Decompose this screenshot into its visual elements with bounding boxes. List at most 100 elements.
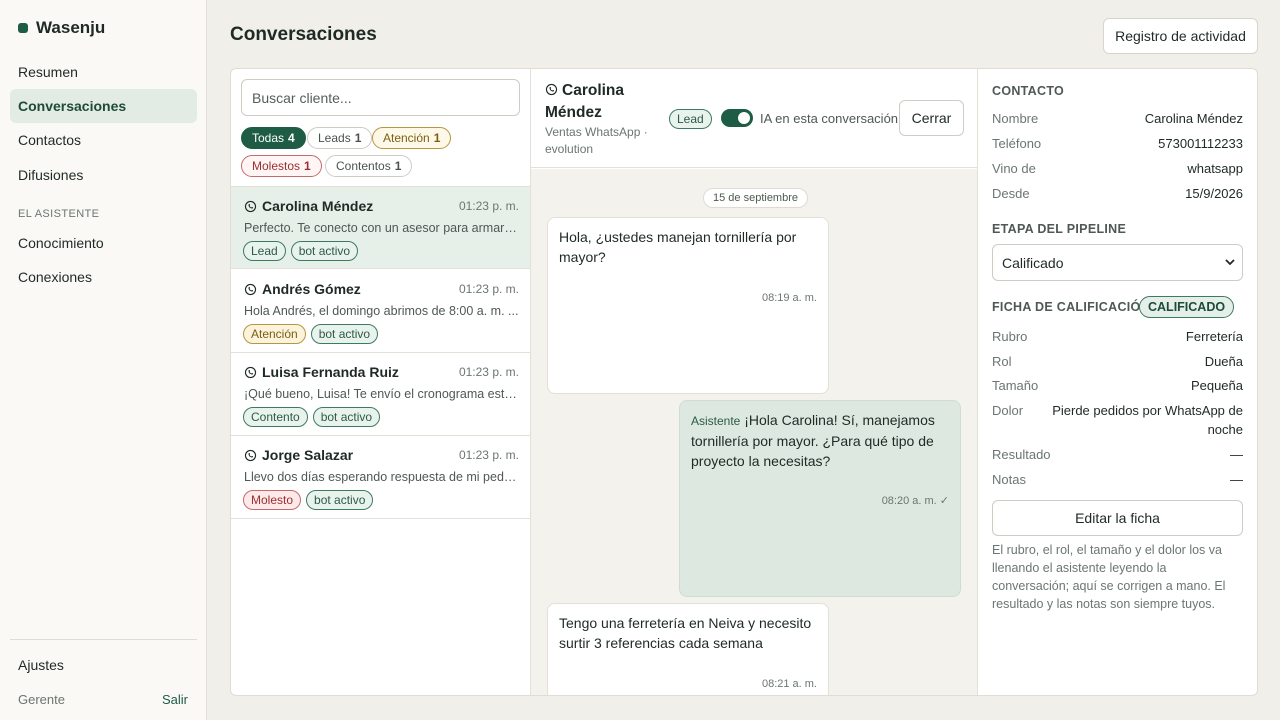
whatsapp-icon — [545, 83, 558, 96]
field-label: Rubro — [992, 329, 1028, 344]
field-value: Carolina Méndez — [1144, 111, 1243, 126]
tag-atencion: Atención — [243, 324, 306, 344]
tag-bot-active: bot activo — [310, 324, 379, 344]
sidebar: Wasenju Resumen Conversaciones Contactos… — [0, 0, 207, 720]
whatsapp-icon — [244, 283, 257, 295]
filter-label: Contentos — [336, 159, 391, 173]
conversation-name: Jorge Salazar — [244, 447, 353, 463]
filter-count: 4 — [288, 131, 295, 145]
chat-contact-name: Carolina Méndez — [545, 80, 645, 124]
nav-item-conversaciones[interactable]: Conversaciones — [10, 89, 197, 123]
ai-toggle[interactable] — [721, 109, 753, 127]
conversation-preview: Hola Andrés, el domingo abrimos de 8:00 … — [244, 304, 519, 318]
chat-messages[interactable]: 15 de septiembre Hola, ¿ustedes manejan … — [531, 169, 977, 695]
nav-item-difusiones[interactable]: Difusiones — [10, 158, 197, 192]
logout-link[interactable]: Salir — [162, 692, 188, 707]
conversation-preview: ¡Qué bueno, Luisa! Te envío el cronogram… — [244, 387, 519, 401]
field-value: 573001112233 — [1158, 136, 1243, 151]
nav-item-conexiones[interactable]: Conexiones — [10, 260, 197, 294]
field-value: Dueña — [1204, 354, 1243, 369]
field-label: Teléfono — [992, 136, 1042, 151]
conversation-name: Luisa Fernanda Ruiz — [244, 364, 399, 380]
filter-chip-contentos[interactable]: Contentos 1 — [325, 155, 413, 177]
filter-label: Molestos — [252, 159, 301, 173]
field-value: Pierde pedidos por WhatsApp de noche — [1052, 403, 1243, 437]
user-role: Gerente — [18, 692, 65, 707]
nav-item-resumen[interactable]: Resumen — [10, 55, 197, 89]
nav-item-contactos[interactable]: Contactos — [10, 123, 197, 157]
conversation-time: 01:23 p. m. — [458, 448, 519, 462]
field-label: Desde — [992, 186, 1030, 201]
page-title: Conversaciones — [230, 24, 377, 45]
conversation-time: 01:23 p. m. — [458, 282, 519, 296]
chevron-down-icon — [1225, 259, 1235, 266]
nav-section-label: EL ASISTENTE — [18, 208, 100, 220]
pipeline-stage-select[interactable]: Calificado — [992, 244, 1243, 281]
chat-panel: Carolina Méndez Ventas WhatsApp · evolut… — [531, 69, 978, 695]
contact-panel: CONTACTO Nombre Carolina Méndez Teléfono 5… — [978, 69, 1257, 695]
app-name: Wasenju — [36, 18, 106, 37]
search-input[interactable] — [241, 79, 520, 116]
filter-count: 1 — [394, 159, 402, 173]
conversation-name: Andrés Gómez — [244, 281, 361, 297]
tag-bot-active: bot activo — [312, 407, 381, 427]
conversation-name-text: Luisa Fernanda Ruiz — [262, 364, 399, 380]
message-time: 08:21 a. m. — [761, 678, 817, 690]
brand[interactable]: Wasenju — [18, 18, 105, 38]
field-value: Ferretería — [1185, 329, 1243, 344]
conversation-tags: Molesto bot activo — [243, 490, 374, 510]
field-value: whatsapp — [1187, 161, 1243, 176]
filter-label: Atención — [383, 131, 430, 145]
contact-field-phone: Teléfono 573001112233 — [992, 134, 1243, 153]
conversation-tags: Lead bot activo — [243, 241, 359, 261]
field-label: Dolor — [992, 403, 1024, 418]
chat-channel: Ventas WhatsApp · evolution — [545, 125, 648, 156]
conversation-item[interactable]: Andrés Gómez 01:23 p. m. Hola Andrés, el… — [231, 270, 530, 353]
status-badge: Lead — [669, 109, 712, 129]
nav-item-conocimiento[interactable]: Conocimiento — [10, 226, 197, 260]
ai-toggle-label: IA en esta conversación — [760, 111, 899, 126]
whatsapp-icon — [244, 366, 257, 378]
contact-field-since: Desde 15/9/2026 — [992, 184, 1243, 203]
qual-field-notes: Notas — — [992, 470, 1243, 489]
tag-bot-active: bot activo — [306, 490, 374, 510]
conversation-item[interactable]: Luisa Fernanda Ruiz 01:23 p. m. ¡Qué bue… — [231, 353, 530, 436]
filter-chip-molestos[interactable]: Molestos 1 — [241, 155, 322, 177]
qual-field-rubro: Rubro Ferretería — [992, 327, 1243, 346]
qual-field-size: Tamaño Pequeña — [992, 376, 1243, 395]
conversation-time: 01:23 p. m. — [458, 199, 519, 213]
activity-log-button[interactable]: Registro de actividad — [1103, 18, 1258, 54]
field-label: Notas — [992, 472, 1026, 487]
close-conversation-button[interactable]: Cerrar — [899, 100, 964, 136]
date-separator: 15 de septiembre — [703, 188, 808, 208]
nav-item-ajustes[interactable]: Ajustes — [10, 648, 197, 682]
message-body: Asistente ¡Hola Carolina! Sí, manejamos … — [691, 410, 949, 471]
filter-label: Todas — [252, 131, 285, 145]
sidebar-divider — [10, 639, 197, 640]
field-label: Tamaño — [992, 378, 1039, 393]
tag-molesto: Molesto — [243, 490, 302, 510]
pipeline-section-title: ETAPA DEL PIPELINE — [992, 222, 1127, 236]
message-text: Tengo una ferretería en Neiva y necesito… — [559, 615, 812, 651]
qualification-help-text: El rubro, el rol, el tamaño y el dolor l… — [992, 543, 1226, 611]
contact-section-title: CONTACTO — [992, 84, 1065, 98]
conversation-item[interactable]: Jorge Salazar 01:23 p. m. Llevo dos días… — [231, 436, 530, 519]
qual-field-result: Resultado — — [992, 445, 1243, 464]
conversation-item[interactable]: Carolina Méndez 01:23 p. m. Perfecto. Te… — [231, 186, 530, 269]
message-sender: Asistente — [691, 414, 741, 428]
edit-qualification-button[interactable]: Editar la ficha — [992, 500, 1243, 536]
field-value: 15/9/2026 — [1185, 186, 1243, 201]
conversation-name-text: Carolina Méndez — [262, 198, 374, 214]
message-incoming: Hola, ¿ustedes manejan tornillería por m… — [547, 217, 829, 394]
qualification-badge: CALIFICADO — [1139, 296, 1235, 318]
filter-chip-todas[interactable]: Todas 4 — [241, 127, 306, 149]
main-panel: Todas4 Leads1 Atención1 Molestos1 Conten… — [230, 68, 1258, 696]
field-label: Nombre — [992, 111, 1039, 126]
filter-chip-leads[interactable]: Leads 1 — [307, 127, 373, 149]
logo-icon — [18, 23, 28, 33]
filter-chip-atencion[interactable]: Atención 1 — [372, 127, 452, 149]
chat-header: Carolina Méndez Ventas WhatsApp · evolut… — [531, 69, 977, 168]
whatsapp-icon — [244, 449, 257, 461]
message-outgoing: Asistente ¡Hola Carolina! Sí, manejamos … — [679, 400, 961, 597]
field-label: Resultado — [992, 447, 1051, 462]
